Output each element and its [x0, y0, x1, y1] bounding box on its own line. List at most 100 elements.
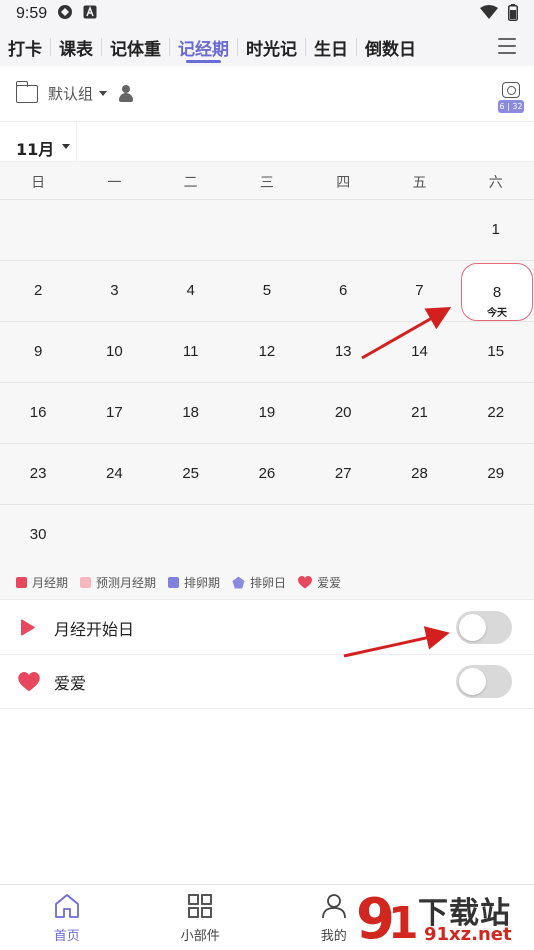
calendar-day[interactable]: 23	[0, 444, 76, 505]
calendar-day[interactable]: 28	[381, 444, 457, 505]
play-icon	[21, 619, 35, 635]
weekday-label: 一	[107, 175, 122, 191]
calendar-day[interactable]: 26	[229, 444, 305, 505]
calendar-day[interactable]: 11	[153, 322, 229, 383]
folder-icon[interactable]	[15, 80, 38, 103]
calendar-day[interactable]: 16	[0, 383, 76, 444]
calendar-day[interactable]: 24	[76, 444, 152, 505]
calendar-day-empty	[153, 200, 229, 261]
widgets-icon	[188, 894, 213, 918]
month-selector[interactable]: 11月	[16, 136, 54, 160]
legend-item-ovulation-period: 排卵期	[168, 574, 220, 591]
calendar-day-empty	[381, 200, 457, 261]
tab-timeline[interactable]: 时光记	[238, 28, 305, 66]
tab-period[interactable]: 记经期	[170, 28, 237, 66]
calendar-day-empty	[229, 200, 305, 261]
calendar-day[interactable]: 17	[76, 383, 152, 444]
watermark-url: 91xz.net	[424, 924, 512, 945]
calendar-day[interactable]: 3	[76, 261, 152, 322]
camera-icon	[502, 82, 520, 98]
battery-icon	[508, 3, 518, 25]
calendar-day-empty	[76, 505, 152, 566]
calendar-day[interactable]: 12	[229, 322, 305, 383]
watermark-logo-icon: 9 1	[356, 887, 419, 950]
tab-weight[interactable]: 记体重	[102, 28, 169, 66]
calendar-grid: 日 一 二 三 四 五 六 1 2 3 4 5 6 7 9 10 11 12 1…	[0, 162, 534, 566]
nav-home[interactable]: 首页	[0, 885, 134, 950]
calendar-day[interactable]: 6	[305, 261, 381, 322]
weekday-label: 六	[488, 175, 503, 191]
calendar-day[interactable]: 5	[229, 261, 305, 322]
calendar-day[interactable]: 10	[76, 322, 152, 383]
legend-item-predicted-period: 预测月经期	[80, 574, 156, 591]
calendar-week: 30	[0, 505, 534, 566]
tab-checkin[interactable]: 打卡	[0, 28, 50, 66]
calendar-legend: 月经期 预测月经期 排卵期 排卵日 爱爱	[0, 566, 534, 600]
wifi-icon	[480, 5, 498, 23]
tab-countdown[interactable]: 倒数日	[357, 28, 424, 66]
calendar-day[interactable]: 1	[458, 200, 534, 261]
calendar-day-empty	[381, 505, 457, 566]
calendar-week: 1	[0, 200, 534, 261]
love-label: 爱爱	[54, 673, 87, 693]
tab-schedule[interactable]: 课表	[51, 28, 101, 66]
calendar-day[interactable]: 27	[305, 444, 381, 505]
calendar-day[interactable]: 29	[458, 444, 534, 505]
group-name[interactable]: 默认组	[48, 83, 93, 104]
calendar-day[interactable]: 25	[153, 444, 229, 505]
camera-badge: 6 | 32	[498, 100, 524, 113]
period-start-label: 月经开始日	[54, 619, 135, 639]
calendar-day[interactable]: 30	[0, 505, 76, 566]
calendar-day-empty	[305, 200, 381, 261]
screenshot-button[interactable]: 6 | 32	[498, 82, 524, 114]
status-bar: 9:59	[0, 0, 534, 28]
today-label: 今天	[487, 308, 507, 319]
toggle-knob	[459, 668, 486, 695]
weekday-label: 日	[31, 175, 46, 191]
weekday-header: 日 一 二 三 四 五 六	[0, 162, 534, 200]
weekday-label: 三	[259, 175, 274, 191]
period-start-row: 月经开始日	[0, 601, 534, 655]
calendar-day-empty	[458, 505, 534, 566]
top-tabs: 打卡 课表 记体重 记经期 时光记 生日 倒数日	[0, 28, 534, 66]
calendar-day-empty	[229, 505, 305, 566]
calendar-day[interactable]: 14	[381, 322, 457, 383]
menu-icon[interactable]	[498, 38, 516, 54]
tab-birthday[interactable]: 生日	[306, 28, 356, 66]
home-icon	[54, 894, 79, 918]
love-toggle[interactable]	[456, 665, 512, 698]
chevron-down-icon[interactable]	[99, 91, 108, 96]
calendar-day[interactable]: 9	[0, 322, 76, 383]
calendar-day[interactable]: 4	[153, 261, 229, 322]
profile-icon	[321, 894, 346, 919]
status-time: 9:59	[16, 5, 48, 22]
calendar-week: 2 3 4 5 6 7	[0, 261, 534, 322]
calendar-day[interactable]: 15	[458, 322, 534, 383]
legend-swatch	[168, 577, 180, 588]
chevron-down-icon[interactable]	[62, 144, 70, 149]
calendar-day[interactable]: 21	[381, 383, 457, 444]
calendar-day[interactable]: 20	[305, 383, 381, 444]
calendar-week: 23 24 25 26 27 28 29	[0, 444, 534, 505]
svg-text:1: 1	[388, 898, 419, 949]
nav-widgets[interactable]: 小部件	[134, 885, 268, 950]
calendar-day[interactable]: 18	[153, 383, 229, 444]
calendar-day-empty	[153, 505, 229, 566]
calendar-day-empty	[76, 200, 152, 261]
calendar-day[interactable]: 19	[229, 383, 305, 444]
calendar-day[interactable]: 13	[305, 322, 381, 383]
app-notification-icon	[83, 5, 97, 23]
person-icon[interactable]	[119, 84, 134, 103]
calendar-day[interactable]: 22	[458, 383, 534, 444]
weekday-label: 四	[336, 175, 351, 191]
period-start-toggle[interactable]	[456, 611, 512, 644]
month-selector-row: 11月	[0, 122, 534, 162]
calendar-day-empty	[305, 505, 381, 566]
legend-item-ovulation-day: 排卵日	[232, 574, 286, 591]
calendar-day[interactable]: 2	[0, 261, 76, 322]
heart-icon	[18, 671, 40, 691]
calendar-week: 9 10 11 12 13 14 15	[0, 322, 534, 383]
weekday-label: 二	[183, 175, 198, 191]
calendar-day[interactable]: 7	[381, 261, 457, 322]
heart-icon	[298, 576, 313, 589]
